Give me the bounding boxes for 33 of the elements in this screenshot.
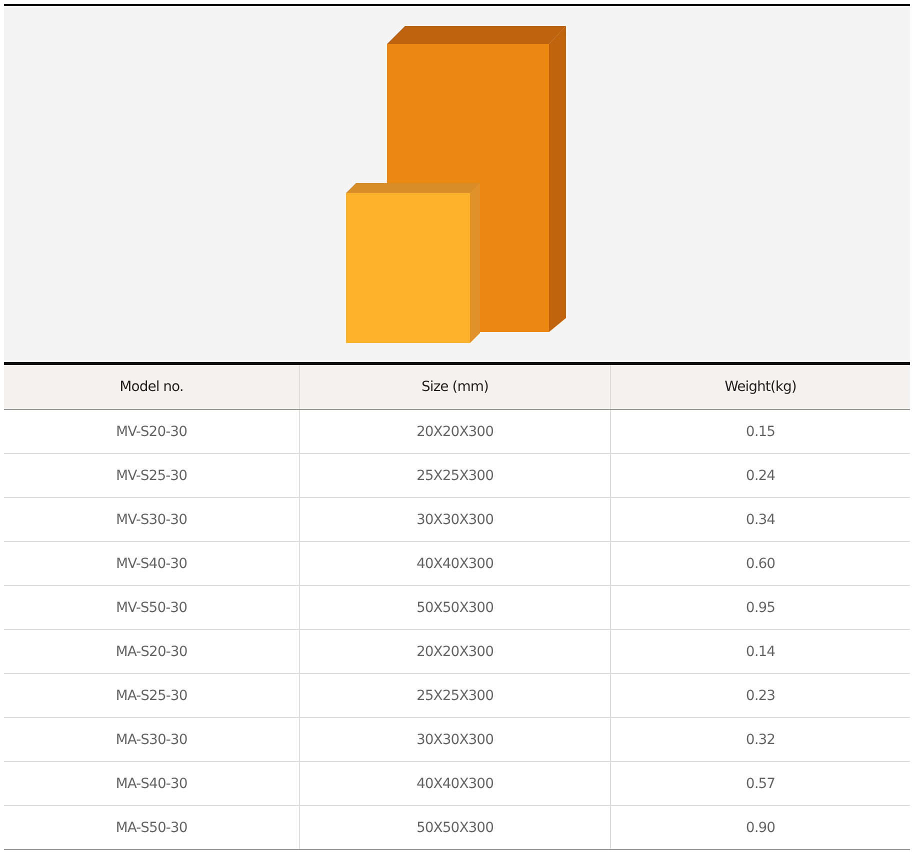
- table-cell: MV-S30-30: [4, 498, 300, 542]
- table-cell: MA-S40-30: [4, 762, 300, 806]
- table-cell: 0.23: [610, 674, 910, 718]
- table-cell: 20X20X300: [300, 630, 610, 674]
- table-cell: 0.57: [610, 762, 910, 806]
- table-cell: 40X40X300: [300, 762, 610, 806]
- table-cell: 0.60: [610, 542, 910, 586]
- column-header: Model no.: [4, 364, 300, 410]
- table-cell: MA-S30-30: [4, 718, 300, 762]
- table-cell: 0.95: [610, 586, 910, 630]
- table-cell: 25X25X300: [300, 674, 610, 718]
- table-cell: 25X25X300: [300, 454, 610, 498]
- table-cell: 0.32: [610, 718, 910, 762]
- table-cell: 0.34: [610, 498, 910, 542]
- table-cell: MA-S50-30: [4, 806, 300, 850]
- table-cell: MV-S50-30: [4, 586, 300, 630]
- table-cell: MV-S20-30: [4, 410, 300, 454]
- table-cell: MV-S40-30: [4, 542, 300, 586]
- column-header: Weight(kg): [610, 364, 910, 410]
- table-cell: 0.15: [610, 410, 910, 454]
- table-cell: 50X50X300: [300, 806, 610, 850]
- column-header: Size (mm): [300, 364, 610, 410]
- table-cell: 40X40X300: [300, 542, 610, 586]
- table-cell: 0.90: [610, 806, 910, 850]
- table-cell: 0.14: [610, 630, 910, 674]
- table-cell: MA-S20-30: [4, 630, 300, 674]
- table-cell: 0.24: [610, 454, 910, 498]
- table-cell: 30X30X300: [300, 718, 610, 762]
- table-cell: 50X50X300: [300, 586, 610, 630]
- table-cell: MV-S25-30: [4, 454, 300, 498]
- table-cell: 20X20X300: [300, 410, 610, 454]
- table-cell: 30X30X300: [300, 498, 610, 542]
- table-cell: MA-S25-30: [4, 674, 300, 718]
